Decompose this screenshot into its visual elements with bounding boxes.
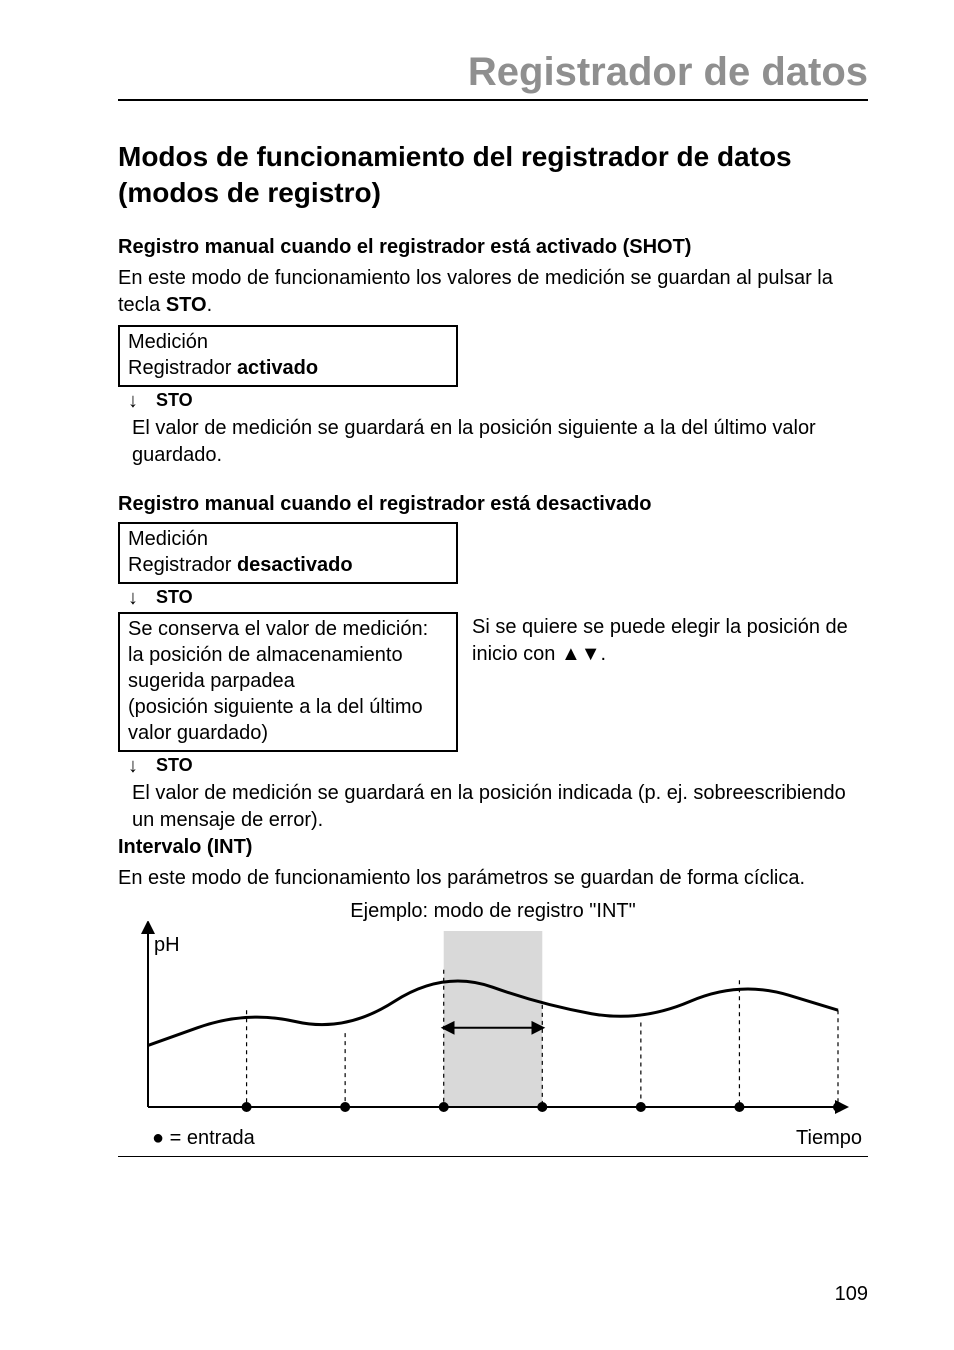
int-intro: En este modo de funcionamiento los parám… xyxy=(118,865,868,892)
box-line: Se conserva el valor de medición: xyxy=(128,616,448,642)
box-line: Registrador desactivado xyxy=(128,552,448,578)
updown-arrows-icon: ▲▼ xyxy=(561,643,601,665)
box-line: Medición xyxy=(128,329,448,355)
box-line: (posición siguiente a la del último valo… xyxy=(128,694,448,746)
page-header: Registrador de datos xyxy=(118,50,868,101)
chart-bottom-rule xyxy=(118,1156,868,1157)
page-number: 109 xyxy=(835,1283,868,1306)
down-arrow-icon: ↓ xyxy=(128,756,138,776)
down-arrow-icon: ↓ xyxy=(128,588,138,608)
off-state-box-1: Medición Registrador desactivado xyxy=(118,522,458,584)
flow-arrow-row: ↓ STO xyxy=(128,752,868,780)
chart-svg: pH xyxy=(118,921,868,1131)
shot-intro: En este modo de funcionamiento los valor… xyxy=(118,265,868,319)
document-page: Registrador de datos Modos de funcionami… xyxy=(0,0,954,1350)
int-heading: Intervalo (INT) xyxy=(118,836,868,859)
down-arrow-icon: ↓ xyxy=(128,391,138,411)
chart-caption: Ejemplo: modo de registro "INT" xyxy=(118,900,868,923)
int-chart: Ejemplo: modo de registro "INT" pH ● = e… xyxy=(118,900,868,1157)
box-line: la posición de almacenamiento sugerida p… xyxy=(128,642,448,694)
off-two-column: Se conserva el valor de medición: la pos… xyxy=(118,612,868,752)
shot-state-box: Medición Registrador activado xyxy=(118,325,458,387)
box-line: Registrador activado xyxy=(128,355,448,381)
sto-key: STO xyxy=(156,587,193,608)
flow-arrow-row: ↓ STO xyxy=(128,387,868,415)
main-heading: Modos de funcionamiento del registrador … xyxy=(118,139,868,212)
sto-key-ref: STO xyxy=(166,294,207,316)
off-state-box-2: Se conserva el valor de medición: la pos… xyxy=(118,612,458,752)
page-title: Registrador de datos xyxy=(468,50,868,94)
off-result: El valor de medición se guardará en la p… xyxy=(132,780,868,834)
sto-key: STO xyxy=(156,755,193,776)
off-side-note: Si se quiere se puede elegir la posición… xyxy=(472,612,868,668)
svg-text:pH: pH xyxy=(154,934,180,956)
box-line: Medición xyxy=(128,526,448,552)
sto-key: STO xyxy=(156,390,193,411)
chart-legend-row: ● = entrada Tiempo xyxy=(118,1127,868,1150)
chart-xlabel: Tiempo xyxy=(796,1127,862,1150)
shot-result: El valor de medición se guardará en la p… xyxy=(132,415,868,469)
chart-legend: ● = entrada xyxy=(152,1127,255,1150)
off-heading: Registro manual cuando el registrador es… xyxy=(118,493,868,516)
flow-arrow-row: ↓ STO xyxy=(128,584,868,612)
shot-heading: Registro manual cuando el registrador es… xyxy=(118,236,868,259)
